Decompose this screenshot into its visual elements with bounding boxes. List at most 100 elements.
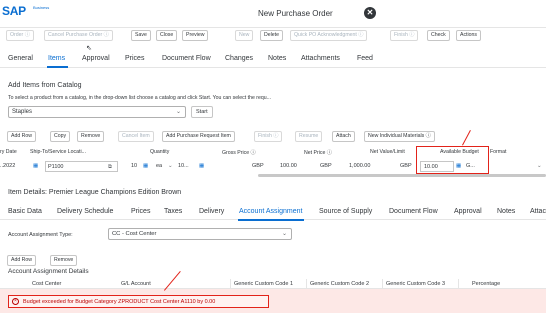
- cell-unit[interactable]: ea: [156, 163, 162, 169]
- sap-logo: SAP: [2, 4, 26, 18]
- tab-account-assignment[interactable]: Account Assignment: [239, 208, 302, 215]
- tab-prices-detail[interactable]: Prices: [131, 208, 150, 215]
- order-button[interactable]: Order ⓘ: [6, 30, 34, 41]
- horizontal-scrollbar[interactable]: [258, 174, 546, 177]
- cell-delivery-date[interactable]: ..2022: [0, 163, 15, 169]
- cell-quantity[interactable]: 10: [131, 163, 137, 169]
- app-header: SAP Business New Purchase Order ✕: [0, 0, 546, 28]
- finish-item-button[interactable]: Finish ⓘ: [254, 131, 283, 142]
- cell-currency-gross: GBP: [252, 163, 264, 169]
- ship-to-input[interactable]: P1100 ⧉: [45, 161, 118, 172]
- sap-logo-sub: Business: [33, 5, 50, 10]
- col-percentage[interactable]: Percentage: [472, 281, 500, 287]
- column-divider: [230, 279, 231, 289]
- cell-ship-to: P1100: [48, 164, 64, 170]
- resume-button[interactable]: Resume: [295, 131, 323, 142]
- tab-approval-detail[interactable]: Approval: [454, 208, 482, 215]
- calendar-icon[interactable]: ▦: [33, 163, 38, 169]
- attach-button[interactable]: Attach: [332, 131, 355, 142]
- account-assignment-type-dropdown[interactable]: CC - Cost Center ⌄: [108, 228, 292, 240]
- tab-attachments[interactable]: Attachments: [301, 55, 340, 62]
- tab-taxes[interactable]: Taxes: [164, 208, 182, 215]
- error-message-text: Budget exceeded for Budget Category ZPRO…: [23, 298, 216, 305]
- column-divider: [306, 279, 307, 289]
- cancel-purchase-order-button[interactable]: Cancel Purchase Order ⓘ: [44, 30, 113, 41]
- col-net-value[interactable]: Net Value/Limit: [370, 149, 405, 155]
- start-button[interactable]: Start: [191, 106, 213, 118]
- col-format[interactable]: Format: [490, 149, 506, 155]
- row-chevron-down-icon[interactable]: ⌄: [537, 163, 542, 169]
- account-assignment-type-value: CC - Cost Center: [112, 231, 157, 237]
- qty2-calendar-icon[interactable]: ▦: [199, 163, 204, 169]
- tab-basic-data[interactable]: Basic Data: [8, 208, 42, 215]
- tab-changes[interactable]: Changes: [225, 55, 253, 62]
- cell-currency-net: GBP: [320, 163, 332, 169]
- account-assignment-grid-header: Cost Center G/L Account Generic Custom C…: [0, 279, 546, 289]
- col-ship-to[interactable]: Ship-To/Service Locati...: [30, 149, 86, 155]
- save-button[interactable]: Save: [131, 30, 151, 41]
- col-gross-price[interactable]: Gross Price ⓘ: [222, 149, 256, 156]
- col-custom-code-1[interactable]: Generic Custom Code 1: [234, 281, 293, 287]
- cell-currency-value: GBP: [400, 163, 412, 169]
- cell-net-price[interactable]: 1,000.00: [349, 163, 370, 169]
- unit-chevron-icon[interactable]: ⌄: [168, 163, 173, 169]
- col-cost-center[interactable]: Cost Center: [32, 281, 61, 287]
- tab-document-flow-detail[interactable]: Document Flow: [389, 208, 438, 215]
- tab-prices[interactable]: Prices: [125, 55, 144, 62]
- col-custom-code-2[interactable]: Generic Custom Code 2: [310, 281, 369, 287]
- quick-po-acknowledgment-button[interactable]: Quick PO Acknowledgment ⓘ: [290, 30, 368, 41]
- cell-gross-price[interactable]: 100.00: [280, 163, 297, 169]
- account-assignment-details-title: Account Assignment Details: [8, 268, 89, 275]
- delete-button[interactable]: Delete: [260, 30, 283, 41]
- check-button[interactable]: Check: [427, 30, 450, 41]
- col-custom-code-3[interactable]: Generic Custom Code 3: [386, 281, 445, 287]
- close-icon[interactable]: ✕: [364, 7, 376, 19]
- preview-button[interactable]: Preview: [182, 30, 209, 41]
- col-gl-account[interactable]: G/L Account: [121, 281, 151, 287]
- col-net-price[interactable]: Net Price ⓘ: [304, 149, 332, 156]
- account-assignment-toolbar: Add Row Remove: [0, 255, 546, 267]
- error-message[interactable]: × Budget exceeded for Budget Category ZP…: [8, 295, 269, 308]
- cancel-item-button[interactable]: Cancel Item: [118, 131, 154, 142]
- new-individual-materials-button[interactable]: New Individual Materials ⓘ: [364, 131, 435, 142]
- col-quantity[interactable]: Quantity: [150, 149, 169, 155]
- tab-source-of-supply[interactable]: Source of Supply: [319, 208, 372, 215]
- add-row-button[interactable]: Add Row: [7, 131, 37, 142]
- close-button[interactable]: Close: [156, 30, 178, 41]
- tab-general[interactable]: General: [8, 55, 33, 62]
- col-delivery-date[interactable]: ry Date: [0, 149, 17, 155]
- value-help-icon[interactable]: ⧉: [108, 164, 112, 171]
- catalog-hint: To select a product from a catalog, in t…: [8, 95, 271, 101]
- chevron-down-icon: ⌄: [175, 109, 181, 115]
- tab-delivery[interactable]: Delivery: [199, 208, 224, 215]
- remove-button[interactable]: Remove: [50, 255, 78, 266]
- tab-notes[interactable]: Notes: [268, 55, 286, 62]
- quantity-calendar-icon[interactable]: ▦: [143, 163, 148, 169]
- cell-qty2[interactable]: 10...: [178, 163, 189, 169]
- chevron-down-icon: ⌄: [281, 231, 287, 237]
- column-divider: [458, 279, 459, 289]
- item-details-title: Item Details: Premier League Champions E…: [8, 189, 182, 196]
- add-purchase-request-item-button[interactable]: Add Purchase Request Item: [162, 131, 235, 142]
- error-icon: ×: [12, 298, 19, 305]
- tab-bar: General Items Approval Prices Document F…: [0, 50, 546, 68]
- tab-attachments-detail[interactable]: Attac: [530, 208, 546, 215]
- copy-button[interactable]: Copy: [50, 131, 71, 142]
- tab-delivery-schedule[interactable]: Delivery Schedule: [57, 208, 113, 215]
- actions-button[interactable]: Actions: [456, 30, 482, 41]
- tab-feed[interactable]: Feed: [357, 55, 373, 62]
- annotation-highlight-box: [416, 146, 489, 174]
- active-tab-indicator: [47, 66, 68, 68]
- new-button[interactable]: New: [235, 30, 254, 41]
- tab-items[interactable]: Items: [48, 55, 65, 62]
- page-title: New Purchase Order: [258, 9, 333, 18]
- finish-button[interactable]: Finish ⓘ: [390, 30, 419, 41]
- tab-document-flow[interactable]: Document Flow: [162, 55, 211, 62]
- tab-notes-detail[interactable]: Notes: [497, 208, 515, 215]
- tab-approval[interactable]: Approval: [82, 55, 110, 62]
- remove-button[interactable]: Remove: [77, 131, 105, 142]
- catalog-dropdown[interactable]: Staples ⌄: [8, 106, 186, 118]
- account-assignment-type-label: Account Assignment Type:: [8, 232, 73, 238]
- add-row-button[interactable]: Add Row: [7, 255, 37, 266]
- column-divider: [382, 279, 383, 289]
